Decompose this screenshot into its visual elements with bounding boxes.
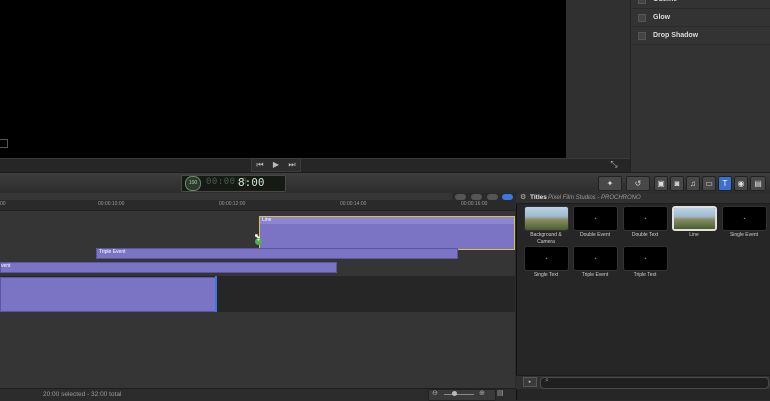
add-badge-icon: + — [255, 238, 262, 245]
thumbnail-preview: ▪ — [594, 256, 597, 262]
music-browser-button[interactable]: ♫ — [686, 176, 700, 191]
zoom-control — [428, 389, 496, 401]
timecode-zoom-badge: 100 — [185, 176, 201, 191]
thumbnail-label: Single Text — [533, 272, 559, 278]
title-clip-line[interactable]: Line — [259, 216, 515, 250]
ruler-tick-label: 00:00:14:00 — [340, 201, 367, 207]
browser-category: Pixel Film Studios - PROCHRONO — [548, 195, 641, 201]
thumbnail-preview — [674, 208, 715, 229]
inspector-row-label: Outline — [653, 0, 677, 8]
zoom-slider-knob[interactable] — [452, 391, 457, 396]
title-clip-event[interactable]: vent — [0, 262, 337, 273]
zoom-slider-track[interactable] — [444, 394, 474, 395]
titles-browser-button[interactable]: T — [718, 176, 732, 191]
checkbox-icon[interactable] — [638, 32, 646, 40]
thumbnail-label: Double Text — [631, 232, 659, 238]
title-thumbnail[interactable] — [672, 206, 717, 231]
transitions-browser-button[interactable]: ▭ — [702, 176, 716, 191]
zoom-in-icon[interactable]: ⊕ — [479, 389, 485, 399]
transition-tool-button[interactable]: ↺ — [626, 176, 650, 191]
title-thumbnail[interactable]: ▪ — [623, 246, 668, 271]
rotate-icon: ↺ — [634, 179, 642, 188]
viewer[interactable] — [0, 0, 566, 158]
clip-appearance-icon[interactable]: ▤ — [497, 389, 507, 399]
title-thumbnail[interactable]: ▪ — [524, 246, 569, 271]
filmstrip-icon: ▣ — [657, 179, 665, 188]
timeline-ruler[interactable] — [0, 200, 515, 211]
clip-header — [260, 217, 514, 224]
photo-browser-button[interactable]: ◙ — [670, 176, 684, 191]
ruler-tick-label: 00:00:12:00 — [219, 201, 246, 207]
clip-label: Line — [262, 217, 272, 223]
inspector-row-drop-shadow[interactable]: Drop Shadow — [631, 27, 770, 45]
checkbox-icon[interactable] — [638, 14, 646, 22]
title-thumbnail[interactable]: ▪ — [722, 206, 767, 231]
clip-label: Triple Event — [99, 249, 126, 255]
thumbnail-preview: ▪ — [743, 216, 746, 222]
themes-browser-button[interactable]: ▤ — [750, 176, 766, 191]
play-icon[interactable]: ▶ — [268, 159, 284, 171]
generator-icon: ◉ — [737, 179, 745, 188]
title-thumbnail[interactable]: ▪ — [573, 206, 618, 231]
thumbnail-label: Triple Event — [581, 272, 609, 278]
title-thumbnail[interactable]: ▪ — [623, 206, 668, 231]
gear-icon[interactable]: ⚙ — [520, 193, 526, 203]
search-input[interactable] — [540, 377, 769, 389]
thumbnail-label: Background & Camera — [530, 232, 562, 245]
thumbnail-preview: ▪ — [644, 256, 647, 262]
thumbnail-label: Triple Text — [633, 272, 657, 278]
ruler-tick-label: 00:00:10:00 — [98, 201, 125, 207]
effects-tool-button[interactable]: ✦ — [598, 176, 622, 191]
ruler-tick-label: 00:00:16:00 — [461, 201, 488, 207]
music-note-icon: ♫ — [690, 179, 696, 188]
thumbnail-label: Double Event — [579, 232, 611, 238]
clip-edge-selection — [215, 276, 217, 312]
inspector-row-label: Glow — [653, 14, 671, 21]
clip-label: vent — [1, 263, 11, 269]
title-thumbnail[interactable]: ▪ — [573, 246, 618, 271]
inspector-row-glow[interactable]: Glow — [631, 9, 770, 27]
title-thumbnail[interactable] — [524, 206, 569, 231]
next-icon[interactable]: ⏭ — [284, 159, 300, 171]
thumbnail-label: Line — [689, 232, 699, 238]
transport-bar — [0, 158, 630, 173]
themes-icon: ▤ — [754, 179, 762, 188]
checkbox-icon[interactable] — [638, 0, 646, 4]
browser-title: Titles — [530, 194, 547, 201]
inspector-row-outline[interactable]: Outline — [631, 0, 770, 9]
transport-controls: ⏮ ▶ ⏭ — [251, 158, 301, 172]
search-icon: ⌕ — [545, 377, 549, 384]
selection-status: 20:00 selected - 32:00 total — [43, 391, 122, 398]
transitions-icon: ▭ — [705, 179, 713, 188]
sidebar-toggle-button[interactable]: ▸ — [523, 377, 537, 387]
thumbnail-preview: ▪ — [594, 216, 597, 222]
magic-wand-icon: ✦ — [606, 179, 614, 188]
camera-icon: ◙ — [674, 179, 680, 188]
primary-clip[interactable] — [0, 277, 217, 312]
timecode-value: 8:00 — [238, 176, 265, 189]
thumbnail-preview: ▪ — [545, 256, 548, 262]
viewer-corner-marker — [0, 139, 8, 148]
thumbnail-preview: ▪ — [644, 216, 647, 222]
thumbnail-preview — [525, 207, 568, 230]
ruler-tick-label: 00 — [0, 201, 6, 207]
previous-icon[interactable]: ⏮ — [252, 159, 268, 171]
title-clip-triple-event[interactable]: Triple Event — [96, 248, 458, 259]
fullscreen-icon[interactable]: ⤡ — [608, 158, 620, 170]
inspector-row-label: Drop Shadow — [653, 32, 699, 39]
titles-icon: T — [722, 179, 728, 188]
effects-browser-button[interactable]: ▣ — [654, 176, 668, 191]
generators-browser-button[interactable]: ◉ — [734, 176, 748, 191]
inspector-panel: Outline Glow Drop Shadow — [630, 0, 770, 172]
zoom-out-icon[interactable]: ⊖ — [432, 389, 438, 399]
viewer-side-panel — [566, 0, 630, 158]
thumbnail-label: Single Event — [729, 232, 759, 238]
